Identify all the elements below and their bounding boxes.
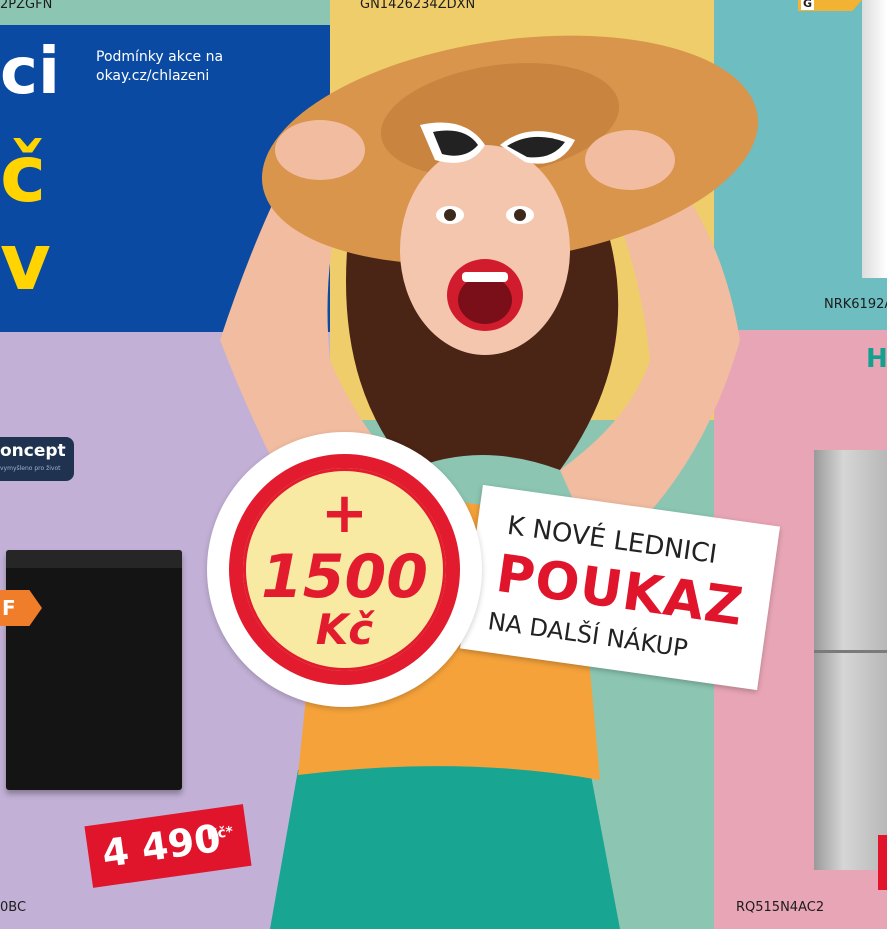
product-code-top-right: NRK6192A <box>824 297 887 312</box>
badge-amount: 1500 <box>261 542 428 612</box>
price-unit: Kč* <box>205 823 235 844</box>
energy-class-text: F <box>2 596 16 620</box>
concept-brand-logo: oncept vymyšleno pro život <box>0 437 74 481</box>
headline-fragment-3: v <box>0 218 51 308</box>
fridge-door-split <box>814 650 887 653</box>
steel-fridge-image <box>814 450 887 870</box>
concept-logo-text: oncept <box>0 441 66 461</box>
badge-inner: + 1500 Kč <box>243 468 446 671</box>
price-value: 4 490 <box>99 815 224 876</box>
white-fridge-image <box>862 0 887 278</box>
headline-fragment-2: č <box>0 130 47 220</box>
black-fridge-image <box>6 550 182 790</box>
fridge-top-panel <box>6 550 182 568</box>
product-code-bottom-left: 0BC <box>0 900 27 915</box>
hisense-logo-fragment: H <box>866 344 887 374</box>
badge-ring: + 1500 Kč <box>229 454 460 685</box>
badge-plus-sign: + <box>321 481 368 546</box>
price-tag-edge <box>878 835 887 890</box>
energy-class-text: G <box>801 0 815 10</box>
badge-currency: Kč <box>315 605 374 654</box>
product-code-top-left: 2PZGFN <box>0 0 53 12</box>
bonus-badge: + 1500 Kč <box>207 432 482 707</box>
concept-logo-tagline: vymyšleno pro život <box>0 465 61 472</box>
headline-fragment-1: ci <box>0 35 60 109</box>
energy-class-label-g: G <box>798 0 862 11</box>
